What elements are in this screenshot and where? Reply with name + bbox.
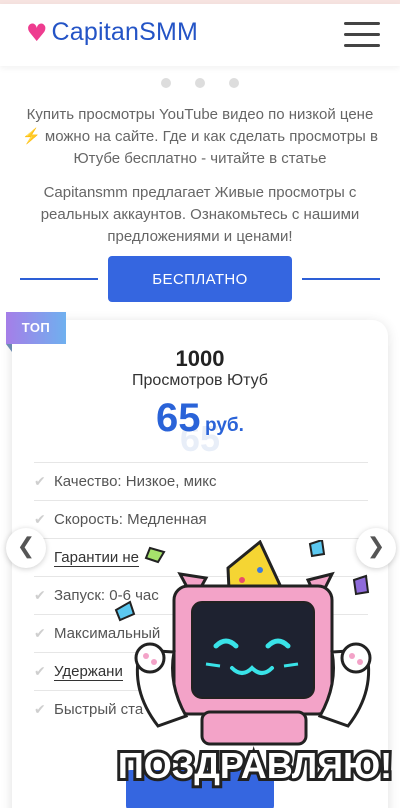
check-icon: ✔: [34, 587, 46, 604]
intro-line1: Купить просмотры YouTube видео по низкой…: [26, 106, 374, 123]
lightning-icon: ⚡: [22, 128, 41, 145]
logo-text: CapitanSMM: [51, 18, 199, 46]
check-icon: ✔: [34, 511, 46, 528]
intro-description: Capitansmm предлагает Живые просмотры с …: [40, 184, 360, 245]
heart-icon: ♥: [26, 18, 48, 47]
top-badge: ТОП: [6, 312, 66, 344]
divider-line: [20, 278, 98, 280]
free-button[interactable]: БЕСПЛАТНО: [108, 256, 292, 302]
price-value: 65: [156, 396, 201, 440]
check-icon: ✔: [34, 701, 46, 718]
carousel-dot[interactable]: [195, 78, 205, 88]
intro-line2: можно на сайте. Где и как сделать просмо…: [40, 128, 378, 167]
congrats-sticker: ПОЗДРАВЛЯЮ!: [114, 540, 395, 789]
feature-item: ✔ Скорость: Медленная: [34, 500, 368, 538]
package-quantity: 1000: [175, 346, 225, 371]
carousel-dot[interactable]: [161, 78, 171, 88]
check-icon: ✔: [34, 473, 46, 490]
site-header: ♥ CapitanSMM: [0, 4, 400, 66]
package-price: 65 руб.: [0, 396, 400, 441]
divider-line: [302, 278, 380, 280]
carousel-dots: [0, 78, 400, 88]
price-currency: руб.: [205, 415, 244, 436]
intro-text: Купить просмотры YouTube видео по низкой…: [14, 104, 386, 170]
cta-row: БЕСПЛАТНО: [0, 256, 400, 302]
package-label: Просмотров Ютуб: [132, 372, 268, 389]
feature-item: ✔ Качество: Низкое, микс: [34, 462, 368, 500]
site-logo[interactable]: ♥ CapitanSMM: [26, 18, 198, 47]
hamburger-icon[interactable]: [344, 22, 380, 48]
prev-arrow-icon[interactable]: ❮: [6, 528, 46, 568]
check-icon: ✔: [34, 625, 46, 642]
carousel-dot[interactable]: [229, 78, 239, 88]
sticker-caption: ПОЗДРАВЛЯЮ!: [118, 745, 392, 786]
check-icon: ✔: [34, 663, 46, 680]
